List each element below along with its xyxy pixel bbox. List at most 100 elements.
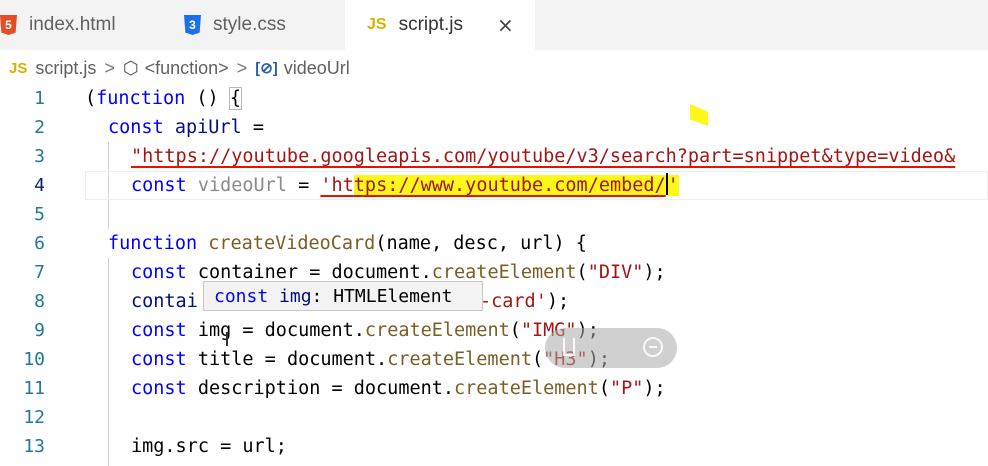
breadcrumb-symbol[interactable]: videoUrl bbox=[284, 58, 350, 79]
text-cursor-icon bbox=[226, 332, 228, 346]
token-paren: ); bbox=[546, 291, 570, 312]
token-bracket: { bbox=[228, 87, 242, 110]
editor-tab-bar: 5 index.html 3 style.css JS script.js × bbox=[0, 0, 988, 50]
code-line[interactable]: 2 const apiUrl = bbox=[0, 113, 988, 142]
code-text: const img = document.createElement("IMG"… bbox=[131, 316, 599, 345]
tab-label: index.html bbox=[29, 14, 116, 35]
line-number: 7 bbox=[34, 262, 45, 283]
code-line[interactable]: 11 const description = document.createEl… bbox=[0, 374, 988, 403]
line-number: 3 bbox=[34, 146, 45, 167]
code-text: const description = document.createEleme… bbox=[131, 374, 666, 403]
token-keyword: const bbox=[214, 286, 269, 307]
line-number: 10 bbox=[23, 349, 45, 370]
line-number: 8 bbox=[34, 291, 45, 312]
token-keyword: const bbox=[131, 378, 187, 399]
microphone-icon[interactable] bbox=[563, 338, 575, 356]
line-number: 4 bbox=[34, 175, 45, 196]
js-file-icon: JS bbox=[9, 59, 28, 77]
html5-icon: 5 bbox=[0, 15, 17, 35]
tab-label: script.js bbox=[398, 14, 463, 35]
token-plain: title = document. bbox=[186, 349, 388, 370]
chevron-right-icon: > bbox=[104, 57, 115, 78]
code-text: function createVideoCard(name, desc, url… bbox=[108, 229, 587, 258]
token-string: "DIV" bbox=[587, 262, 644, 283]
token-function: createElement bbox=[387, 349, 532, 370]
code-line[interactable]: 12 bbox=[0, 403, 988, 432]
code-line[interactable]: 13 img.src = url; bbox=[0, 432, 988, 461]
line-number: 13 bbox=[23, 436, 45, 457]
token-string: "P" bbox=[609, 378, 644, 399]
token-string: "https://youtube.googleapis.com/youtube/… bbox=[131, 146, 956, 167]
code-editor[interactable]: 1 (function () { 2 const apiUrl = 3 "htt… bbox=[0, 84, 988, 466]
token-paren: ( bbox=[509, 320, 521, 341]
code-line[interactable]: 9 const img = document.createElement("IM… bbox=[0, 316, 988, 345]
code-text: "https://youtube.googleapis.com/youtube/… bbox=[131, 142, 955, 171]
line-number: 6 bbox=[34, 233, 45, 254]
code-line[interactable]: 1 (function () { bbox=[0, 84, 988, 113]
token-plain: () bbox=[185, 88, 230, 109]
token-plain: description = document. bbox=[186, 378, 455, 399]
tab-index-html[interactable]: 5 index.html bbox=[0, 0, 170, 50]
token-function: createElement bbox=[454, 378, 599, 399]
token-paren: ( bbox=[85, 88, 97, 109]
code-text: img.src = url; bbox=[131, 436, 287, 457]
tab-label: style.css bbox=[213, 14, 286, 35]
code-line[interactable]: 6 function createVideoCard(name, desc, u… bbox=[0, 229, 988, 258]
code-line[interactable]: 10 const title = document.createElement(… bbox=[0, 345, 988, 374]
token-plain: (name, desc, url) { bbox=[375, 233, 587, 254]
tab-style-css[interactable]: 3 style.css bbox=[170, 0, 345, 50]
token-variable: contai bbox=[131, 291, 198, 312]
token-function: createVideoCard bbox=[208, 233, 376, 254]
hover-tooltip: const img: HTMLElement bbox=[203, 281, 483, 311]
token-keyword: function bbox=[96, 88, 186, 109]
token-string: -card' bbox=[480, 291, 547, 312]
token-operator: = bbox=[298, 175, 321, 196]
code-line-current[interactable]: 4 const videoUrl = 'https://www.youtube.… bbox=[0, 171, 988, 200]
token-string: 'ht bbox=[320, 175, 354, 196]
code-line[interactable]: 8 contai -card'); bbox=[0, 287, 988, 316]
line-number: 1 bbox=[34, 88, 45, 109]
code-text: (function () { bbox=[85, 84, 242, 113]
token-string-highlighted: tps://www.youtube.com/embed/ bbox=[353, 175, 666, 196]
code-line[interactable]: 7 const container = document.createEleme… bbox=[0, 258, 988, 287]
token-type: : HTMLElement bbox=[311, 286, 453, 307]
token-keyword: const bbox=[131, 175, 187, 196]
tab-script-js[interactable]: JS script.js × bbox=[345, 0, 535, 50]
token-plain: img = document. bbox=[186, 320, 365, 341]
chevron-right-icon: > bbox=[236, 57, 248, 78]
token-variable: apiUrl bbox=[163, 117, 253, 138]
code-text: contai bbox=[131, 287, 198, 316]
code-text: const videoUrl = 'https://www.youtube.co… bbox=[131, 171, 679, 200]
code-text: const apiUrl = bbox=[108, 113, 264, 142]
token-variable: videoUrl bbox=[186, 175, 299, 196]
line-number: 2 bbox=[34, 117, 45, 138]
cube-icon: ⬡ bbox=[122, 57, 139, 78]
breadcrumb-scope[interactable]: <function> bbox=[145, 58, 229, 79]
token-function: createElement bbox=[364, 320, 510, 341]
variable-icon: [⊘] bbox=[255, 60, 278, 77]
floating-recorder-widget[interactable] bbox=[545, 328, 677, 368]
token-keyword: const bbox=[131, 262, 187, 283]
code-line[interactable]: 5 bbox=[0, 200, 988, 229]
line-number: 11 bbox=[23, 378, 45, 399]
token-keyword: function bbox=[108, 233, 198, 254]
token-operator: = bbox=[252, 117, 264, 138]
token-paren: ( bbox=[598, 378, 610, 399]
token-variable: img bbox=[268, 286, 312, 307]
code-text: const title = document.createElement("H3… bbox=[131, 345, 610, 374]
token-keyword: const bbox=[108, 117, 164, 138]
breadcrumb-file[interactable]: script.js bbox=[35, 58, 96, 79]
token-keyword: const bbox=[131, 320, 187, 341]
minimize-icon[interactable] bbox=[643, 337, 663, 357]
code-text: -card'); bbox=[480, 287, 569, 316]
line-number: 5 bbox=[34, 204, 45, 225]
line-number: 9 bbox=[34, 320, 45, 341]
token-plain: container = document. bbox=[186, 262, 432, 283]
token-paren: ); bbox=[643, 262, 666, 283]
token-paren: ( bbox=[576, 262, 588, 283]
breadcrumb: JS script.js > ⬡ <function> > [⊘] videoU… bbox=[0, 53, 350, 83]
js-file-icon: JS bbox=[367, 16, 387, 33]
css3-icon: 3 bbox=[184, 15, 201, 35]
close-icon[interactable]: × bbox=[497, 13, 514, 37]
code-line[interactable]: 3 "https://youtube.googleapis.com/youtub… bbox=[0, 142, 988, 171]
